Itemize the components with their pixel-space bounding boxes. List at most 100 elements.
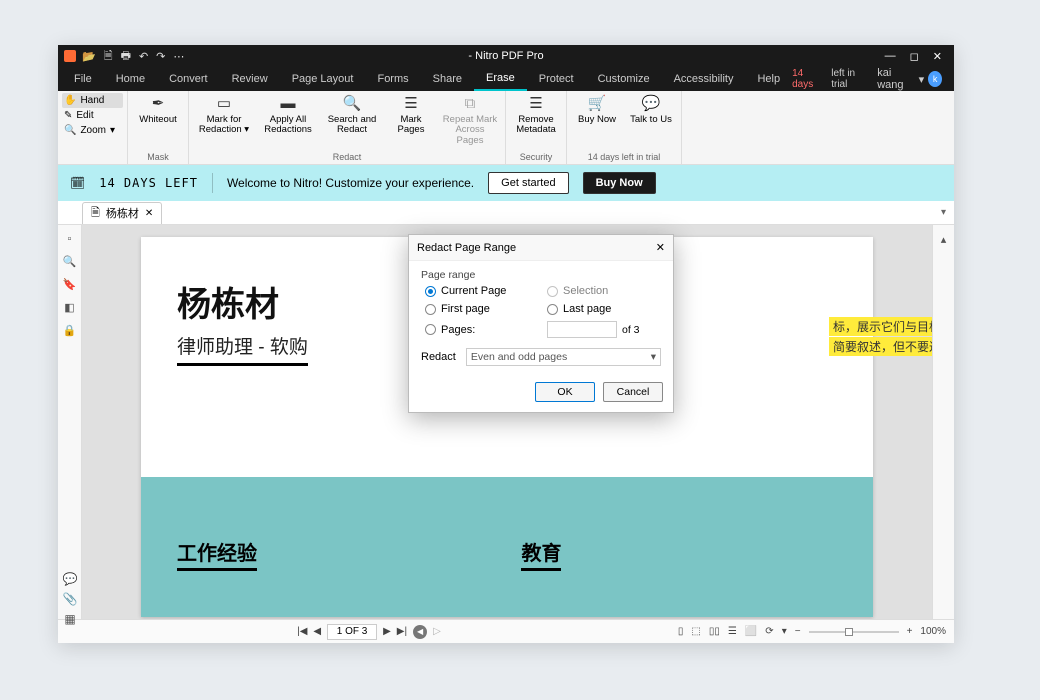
whiteout-icon: ✒ xyxy=(152,95,165,113)
quick-access-toolbar: 📂 🗎 🖶 ↶ ↷ ⋯ xyxy=(82,47,184,66)
menu-share[interactable]: Share xyxy=(421,67,474,91)
calendar-icon: 🗓 xyxy=(70,176,85,190)
menu-review[interactable]: Review xyxy=(220,67,280,91)
view-facing-icon[interactable]: ▯▯ xyxy=(709,626,720,637)
prev-page-icon[interactable]: ◀ xyxy=(313,626,321,637)
fields-panel-icon[interactable]: ▦ xyxy=(64,612,75,626)
of-total: of 3 xyxy=(622,324,640,336)
view-more-icon[interactable]: ▾ xyxy=(782,626,787,637)
hand-icon: ✋ xyxy=(64,95,76,106)
menu-file[interactable]: File xyxy=(62,67,104,91)
radio-pages[interactable]: Pages: xyxy=(425,321,539,338)
next-page-icon[interactable]: ▶ xyxy=(383,626,391,637)
minimize-button[interactable]: — xyxy=(885,50,896,63)
radio-first-page[interactable]: First page xyxy=(425,303,539,315)
zoom-slider[interactable] xyxy=(809,631,899,633)
zoom-tool[interactable]: 🔍Zoom▾ xyxy=(62,123,123,138)
cart-icon: 🛒 xyxy=(588,95,607,113)
view-rotate-icon[interactable]: ⟳ xyxy=(765,626,773,637)
whiteout-button[interactable]: ✒Whiteout xyxy=(134,95,182,152)
bookmarks-panel-icon[interactable]: 🔖 xyxy=(63,278,77,291)
nav-back-icon[interactable]: ◀ xyxy=(413,625,427,639)
user-menu[interactable]: kai wang ▾ k xyxy=(877,67,942,91)
document-tab-name: 杨栋材 xyxy=(106,205,139,221)
apply-redactions-button[interactable]: ▬Apply All Redactions xyxy=(259,95,317,152)
mark-pages-button[interactable]: ☰Mark Pages xyxy=(387,95,435,152)
pages-input[interactable] xyxy=(547,321,617,338)
edit-tool[interactable]: ✎Edit xyxy=(62,108,123,123)
doc-icon: 🗎 xyxy=(91,204,100,223)
lock-panel-icon[interactable]: 🔒 xyxy=(63,324,77,337)
view-single-icon[interactable]: ▯ xyxy=(678,626,684,637)
qat-more-icon[interactable]: ⋯ xyxy=(173,50,184,63)
ok-button[interactable]: OK xyxy=(535,382,595,402)
search-panel-icon[interactable]: 🔍 xyxy=(63,255,77,268)
menu-protect[interactable]: Protect xyxy=(527,67,586,91)
zoom-in-icon[interactable]: + xyxy=(907,626,913,637)
open-icon[interactable]: 📂 xyxy=(82,50,96,63)
group-mask: Mask xyxy=(147,152,169,162)
mark-redaction-icon: ▭ xyxy=(217,95,231,113)
tab-close-icon[interactable]: ✕ xyxy=(145,208,153,219)
work-heading: 工作经验 xyxy=(177,537,257,571)
layers-panel-icon[interactable]: ◧ xyxy=(64,301,74,314)
view-continuous-icon[interactable]: ⬚ xyxy=(691,626,700,637)
last-page-icon[interactable]: ▶| xyxy=(397,626,407,637)
menu-convert[interactable]: Convert xyxy=(157,67,220,91)
hand-tool[interactable]: ✋Hand xyxy=(62,93,123,108)
dialog-close-icon[interactable]: ✕ xyxy=(656,241,665,254)
menu-home[interactable]: Home xyxy=(104,67,157,91)
pages-panel-icon[interactable]: ▫ xyxy=(68,233,72,245)
page-navigator: |◀ ◀ ▶ ▶| ◀ ▷ xyxy=(297,624,441,640)
resume-subtitle: 律师助理 - 软购 xyxy=(177,332,308,366)
redo-icon[interactable]: ↷ xyxy=(156,50,165,63)
group-redact: Redact xyxy=(333,152,362,162)
nav-fwd-icon[interactable]: ▷ xyxy=(433,626,441,637)
menu-accessibility[interactable]: Accessibility xyxy=(662,67,746,91)
redact-select[interactable]: Even and odd pages▾ xyxy=(466,348,661,366)
close-button[interactable]: ✕ xyxy=(933,50,942,63)
radio-last-page[interactable]: Last page xyxy=(547,303,661,315)
group-security: Security xyxy=(520,152,553,162)
menubar: File Home Convert Review Page Layout For… xyxy=(58,67,954,91)
scroll-up-icon[interactable]: ▴ xyxy=(941,233,947,246)
document-tab[interactable]: 🗎 杨栋材 ✕ xyxy=(82,202,162,224)
group-trial: 14 days left in trial xyxy=(588,152,661,162)
app-logo-icon xyxy=(64,50,76,62)
menu-help[interactable]: Help xyxy=(745,67,792,91)
ribbon: ✋Hand ✎Edit 🔍Zoom▾ ✒Whiteout Mask ▭Mark … xyxy=(58,91,954,165)
mark-redaction-button[interactable]: ▭Mark for Redaction ▾ xyxy=(195,95,253,152)
print-icon[interactable]: 🖶 xyxy=(121,47,131,66)
tabs-expand[interactable]: ▾ xyxy=(933,207,954,218)
attachments-panel-icon[interactable]: 📎 xyxy=(63,592,78,606)
zoom-value: 100% xyxy=(920,626,946,637)
view-facing-cont-icon[interactable]: ☰ xyxy=(728,626,737,637)
edit-icon: ✎ xyxy=(64,110,72,121)
edu-heading: 教育 xyxy=(521,537,561,571)
zoom-out-icon[interactable]: − xyxy=(795,626,801,637)
get-started-button[interactable]: Get started xyxy=(488,172,568,194)
undo-icon[interactable]: ↶ xyxy=(139,50,148,63)
radio-current-page[interactable]: Current Page xyxy=(425,285,539,297)
remove-metadata-button[interactable]: ☰Remove Metadata xyxy=(512,95,560,152)
menu-erase[interactable]: Erase xyxy=(474,67,527,91)
first-page-icon[interactable]: |◀ xyxy=(297,626,307,637)
highlight-2: 简要叙述，但不要过于笼统。 xyxy=(829,337,932,356)
cancel-button[interactable]: Cancel xyxy=(603,382,663,402)
menu-pagelayout[interactable]: Page Layout xyxy=(280,67,366,91)
page-input[interactable] xyxy=(327,624,377,640)
menu-forms[interactable]: Forms xyxy=(365,67,420,91)
trial-remain: left in trial xyxy=(831,68,869,90)
repeat-mark-button: ⧉Repeat Mark Across Pages xyxy=(441,95,499,152)
search-redact-button[interactable]: 🔍Search and Redact xyxy=(323,95,381,152)
save-icon[interactable]: 🗎 xyxy=(104,47,113,66)
view-fullwidth-icon[interactable]: ⬜ xyxy=(745,626,757,637)
talk-to-us-button[interactable]: 💬Talk to Us xyxy=(627,95,675,152)
comments-panel-icon[interactable]: 💬 xyxy=(63,572,78,586)
maximize-button[interactable]: ◻ xyxy=(910,50,919,63)
buy-now-button[interactable]: 🛒Buy Now xyxy=(573,95,621,152)
right-sidebar: ▴ xyxy=(932,225,954,619)
menu-customize[interactable]: Customize xyxy=(586,67,662,91)
buy-now-banner-button[interactable]: Buy Now xyxy=(583,172,656,194)
zoom-thumb[interactable] xyxy=(845,628,853,636)
